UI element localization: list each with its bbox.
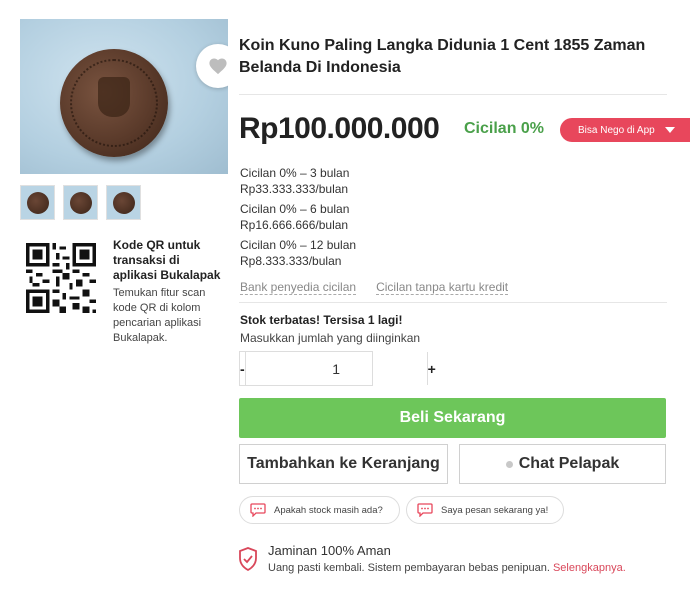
quick-chat-stock[interactable]: Apakah stock masih ada? (239, 496, 400, 524)
quantity-plus-button[interactable]: + (426, 352, 436, 385)
quick-chat-order[interactable]: Saya pesan sekarang ya! (406, 496, 564, 524)
status-dot-icon (505, 460, 513, 468)
product-main-image[interactable] (20, 19, 228, 174)
installment-links: Bank penyedia cicilan Cicilan tanpa kart… (240, 280, 509, 295)
heart-icon (209, 58, 227, 75)
guarantee-more-link[interactable]: Selengkapnya. (553, 562, 626, 574)
favorite-button[interactable] (196, 44, 228, 88)
installment-item: Cicilan 0% – 3 bulan Rp33.333.333/bulan (240, 166, 356, 197)
installment-plan: Cicilan 0% – 3 bulan (240, 166, 350, 180)
add-to-cart-button[interactable]: Tambahkan ke Keranjang (239, 444, 448, 484)
installment-item: Cicilan 0% – 6 bulan Rp16.666.666/bulan (240, 202, 356, 233)
installment-amount: Rp8.333.333/bulan (240, 253, 342, 268)
product-price: Rp100.000.000 (239, 112, 440, 145)
thumbnail-2[interactable] (63, 185, 98, 220)
installment-list: Cicilan 0% – 3 bulan Rp33.333.333/bulan … (240, 166, 356, 274)
caret-down-icon (664, 127, 675, 133)
divider (239, 94, 667, 95)
nego-label: Bisa Nego di App (578, 124, 655, 136)
quantity-input[interactable] (245, 352, 427, 385)
installment-item: Cicilan 0% – 12 bulan Rp8.333.333/bulan (240, 238, 356, 269)
quick-chat-label: Saya pesan sekarang ya! (441, 504, 549, 516)
installment-amount: Rp33.333.333/bulan (240, 181, 349, 196)
shield-icon (239, 547, 257, 571)
qr-code (26, 243, 96, 313)
guarantee-description: Uang pasti kembali. Sistem pembayaran be… (268, 562, 550, 574)
no-card-link[interactable]: Cicilan tanpa kartu kredit (376, 280, 509, 295)
installment-amount: Rp16.666.666/bulan (240, 217, 349, 232)
thumbnail-3[interactable] (106, 185, 141, 220)
coin-photo (60, 49, 168, 157)
chat-bubble-icon (250, 503, 266, 517)
installment-plan: Cicilan 0% – 6 bulan (240, 202, 350, 216)
chat-seller-button[interactable]: Chat Pelapak (459, 444, 666, 484)
guarantee-title: Jaminan 100% Aman (268, 543, 391, 558)
thumbnail-1[interactable] (20, 185, 55, 220)
stock-title: Stok terbatas! Tersisa 1 lagi! (240, 313, 403, 327)
quick-chat-label: Apakah stock masih ada? (274, 504, 383, 516)
thumbnail-list (20, 185, 141, 220)
buy-now-button[interactable]: Beli Sekarang (239, 398, 666, 438)
divider (239, 302, 667, 303)
chat-bubble-icon (417, 503, 433, 517)
cicilan-badge: Cicilan 0% (464, 120, 545, 137)
qr-description: Temukan fitur scan kode QR di kolom penc… (113, 287, 206, 344)
qr-title: Kode QR untuk transaksi di aplikasi Buka… (113, 238, 221, 282)
product-title: Koin Kuno Paling Langka Didunia 1 Cent 1… (239, 37, 646, 76)
nego-button[interactable]: Bisa Nego di App (560, 118, 690, 142)
quantity-stepper: - + (239, 351, 436, 386)
installment-plan: Cicilan 0% – 12 bulan (240, 238, 357, 252)
bank-link[interactable]: Bank penyedia cicilan (240, 280, 357, 295)
coin-emblem (98, 77, 130, 117)
guarantee-text: Uang pasti kembali. Sistem pembayaran be… (268, 562, 626, 574)
stock-subtitle: Masukkan jumlah yang diinginkan (240, 331, 421, 345)
chat-seller-label: Chat Pelapak (518, 455, 620, 472)
